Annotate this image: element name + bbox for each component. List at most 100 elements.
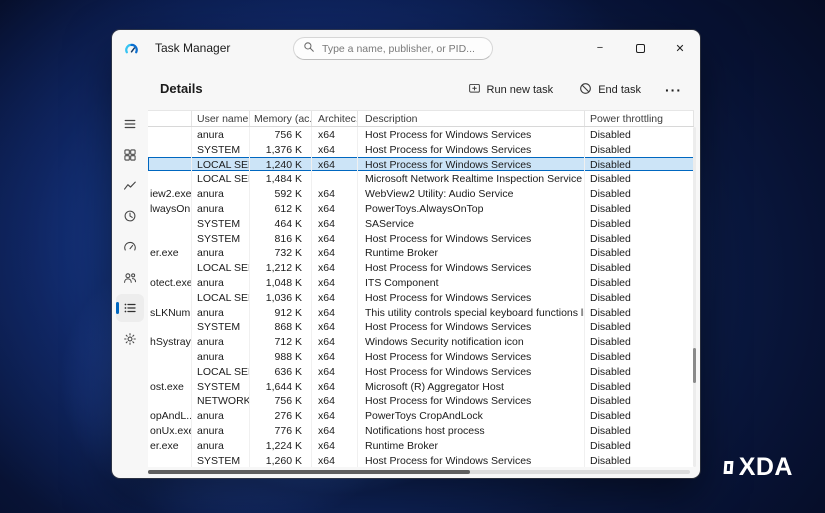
cell-arch: x64	[312, 437, 358, 453]
cell-user: LOCAL SER...	[192, 289, 250, 305]
cell-power: Disabled	[590, 424, 631, 437]
cell-desc: This utility controls special keyboard f…	[358, 304, 585, 320]
cell-user: LOCAL SER...	[192, 260, 250, 275]
cell-memory: 756 K	[250, 127, 312, 142]
cell-arch: x64	[312, 289, 358, 305]
cell-desc: WebView2 Utility: Audio Service	[358, 186, 585, 201]
vertical-scrollbar-thumb[interactable]	[693, 348, 696, 383]
column-header-memory[interactable]: Memory (ac...	[250, 111, 312, 126]
cell-user: anura	[192, 274, 250, 290]
cell-arch: x64	[312, 156, 358, 172]
table-row[interactable]: anura 988 Kx64 Host Process for Windows Se…	[148, 348, 694, 364]
table-row[interactable]: SYSTEM 1,260 Kx64 Host Process for Windows…	[148, 452, 694, 468]
cell-arch: x64	[312, 452, 358, 468]
cell-name	[148, 141, 192, 157]
toolbar: Details Run new task End task ···	[148, 70, 700, 108]
table-row[interactable]: opAndL... anura 276 Kx64 PowerToys CropAndL…	[148, 408, 694, 423]
cell-arch	[312, 171, 358, 187]
task-manager-window: Task Manager − ✕	[112, 30, 700, 478]
table-row[interactable]: onUx.exe anura 776 Kx64 Notifications host …	[148, 422, 694, 438]
cell-name	[148, 260, 192, 275]
maximize-button[interactable]	[620, 30, 660, 66]
table-row[interactable]: SYSTEM 1,376 Kx64 Host Process for Windows…	[148, 141, 694, 157]
cell-power: Disabled	[590, 158, 631, 171]
table-row[interactable]: sLKNum...anura912 Kx64This utility contr…	[148, 304, 694, 320]
run-new-task-button[interactable]: Run new task	[458, 76, 564, 104]
sidebar	[112, 66, 148, 478]
cell-memory: 912 K	[250, 304, 312, 320]
cell-arch: x64	[312, 408, 358, 423]
table-row[interactable]: iew2.exe anura 592 Kx64 WebView2 Utility: A…	[148, 186, 694, 201]
column-header-power[interactable]: Power throttling	[585, 111, 694, 126]
hamburger-menu-button[interactable]	[116, 110, 144, 138]
cell-arch: x64	[312, 245, 358, 261]
column-header-arch[interactable]: Architec...	[312, 111, 358, 126]
sidebar-item-performance[interactable]	[116, 172, 144, 200]
cell-power: Disabled	[590, 336, 631, 349]
xda-watermark-text: XDA	[738, 453, 793, 481]
minimize-button[interactable]: −	[580, 30, 620, 66]
more-options-icon: ···	[665, 82, 682, 98]
end-task-label: End task	[598, 84, 641, 96]
table-row[interactable]: LOCAL SER...1,484 K Microsoft Network Rea…	[148, 171, 694, 187]
table-row[interactable]: LOCAL SER...1,240 Kx64Host Process for W…	[148, 156, 694, 172]
table-row[interactable]: er.exe anura 1,224 Kx64 Runtime Broker Disab…	[148, 437, 694, 453]
cell-user: anura	[192, 348, 250, 364]
horizontal-scrollbar-thumb[interactable]	[148, 470, 470, 474]
cell-name	[148, 348, 192, 364]
table-row[interactable]: LOCAL SER...1,036 Kx64Host Process for W…	[148, 289, 694, 305]
column-header-user[interactable]: User name	[192, 111, 250, 126]
cell-arch: x64	[312, 348, 358, 364]
table-row[interactable]: SYSTEM 464 Kx64 SAService Disabled	[148, 215, 694, 231]
cell-desc: Host Process for Windows Services	[358, 156, 585, 172]
vertical-scrollbar-track[interactable]	[693, 127, 696, 467]
column-header-name[interactable]	[148, 111, 192, 126]
column-header-desc[interactable]: Description	[358, 111, 585, 126]
cell-user: anura	[192, 200, 250, 216]
cell-name: sLKNum...	[150, 304, 192, 320]
table-row[interactable]: LOCAL SER...636 Kx64Host Process for Win…	[148, 363, 694, 379]
sidebar-item-details[interactable]	[116, 294, 144, 322]
details-icon	[123, 301, 137, 315]
table-row[interactable]: lwaysOn...anura612 Kx64PowerToys.AlwaysO…	[148, 200, 694, 216]
sidebar-item-processes[interactable]	[116, 141, 144, 169]
run-new-task-icon	[468, 82, 481, 98]
table-row[interactable]: NETWORK ...756 Kx64Host Process for Wind…	[148, 393, 694, 409]
cell-desc: Microsoft Network Realtime Inspection Se…	[358, 171, 585, 187]
sidebar-item-app-history[interactable]	[116, 202, 144, 230]
app-history-icon	[123, 209, 137, 223]
table-row[interactable]: hSystray...anura712 Kx64Windows Security…	[148, 334, 694, 349]
cell-power: Disabled	[590, 380, 631, 393]
details-table: User nameMemory (ac...Architec...Descrip…	[148, 110, 694, 468]
cell-name: hSystray...	[150, 334, 192, 349]
table-row[interactable]: er.exe anura 732 Kx64 Runtime Broker Disable…	[148, 245, 694, 261]
cell-arch: x64	[312, 200, 358, 216]
table-row[interactable]: LOCAL SER...1,212 Kx64Host Process for W…	[148, 260, 694, 275]
table-row[interactable]: ost.exe SYSTEM 1,644 Kx64 Microsoft (R) Agg…	[148, 378, 694, 394]
titlebar: Task Manager − ✕	[112, 30, 700, 66]
cell-user: anura	[192, 408, 250, 423]
end-task-icon	[579, 82, 592, 98]
table-row[interactable]: anura 756 Kx64 Host Process for Windows Se…	[148, 127, 694, 142]
close-button[interactable]: ✕	[660, 30, 700, 66]
cell-desc: Host Process for Windows Services	[358, 289, 585, 305]
cell-memory: 1,376 K	[250, 141, 312, 157]
sidebar-item-users[interactable]	[116, 264, 144, 292]
sidebar-item-services[interactable]	[116, 325, 144, 353]
search-box[interactable]	[293, 37, 493, 60]
cell-user: anura	[192, 437, 250, 453]
cell-name	[148, 230, 192, 246]
table-row[interactable]: SYSTEM 868 Kx64 Host Process for Windows S…	[148, 319, 694, 335]
more-options-button[interactable]: ···	[657, 78, 690, 102]
cell-name: opAndL...	[150, 408, 192, 423]
table-row[interactable]: otect.exe anura 1,048 Kx64 ITS Component Dis…	[148, 274, 694, 290]
search-input[interactable]	[322, 42, 483, 55]
cell-power: Disabled	[590, 247, 631, 260]
sidebar-item-startup-apps[interactable]	[116, 233, 144, 261]
table-row[interactable]: SYSTEM 816 Kx64 Host Process for Windows S…	[148, 230, 694, 246]
end-task-button[interactable]: End task	[569, 76, 651, 104]
cell-arch: x64	[312, 334, 358, 349]
cell-desc: Host Process for Windows Services	[358, 393, 585, 409]
cell-power: Disabled	[590, 439, 631, 452]
cell-memory: 816 K	[250, 230, 312, 246]
